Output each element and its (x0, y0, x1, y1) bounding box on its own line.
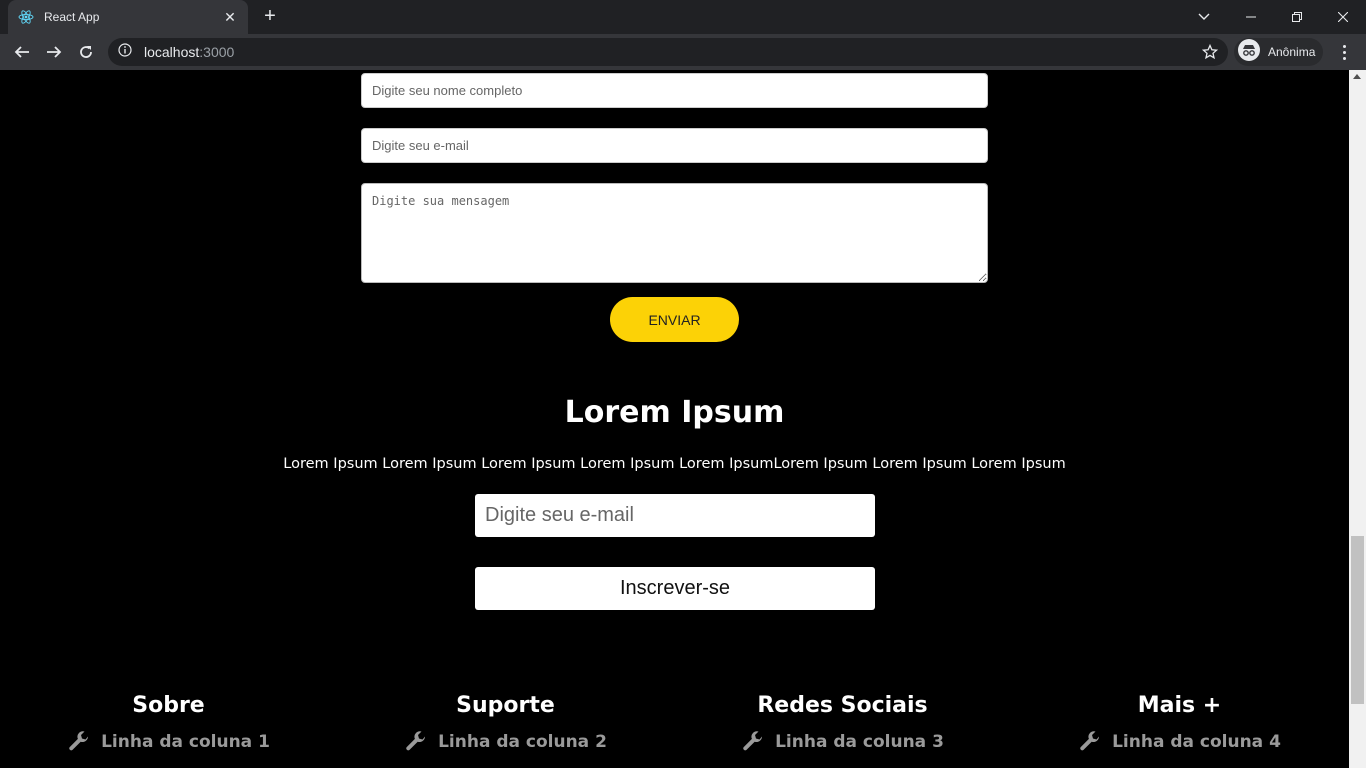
browser-toolbar: localhost:3000 Anônima (0, 34, 1366, 70)
tab-title: React App (44, 10, 100, 24)
footer-column-suporte: Suporte Linha da coluna 2 (337, 693, 674, 759)
reload-icon[interactable] (74, 40, 98, 64)
minimize-icon[interactable] (1228, 0, 1274, 34)
restore-icon[interactable] (1274, 0, 1320, 34)
wrench-icon (743, 731, 763, 751)
footer-column-redes-sociais: Redes Sociais Linha da coluna 3 (674, 693, 1011, 759)
footer-column-title: Sobre (132, 693, 205, 718)
message-field[interactable] (361, 183, 988, 283)
wrench-icon (406, 731, 426, 751)
close-icon[interactable]: ✕ (222, 9, 238, 26)
plus-icon[interactable]: + (258, 5, 282, 29)
footer-link[interactable]: Linha da coluna 1 (67, 730, 270, 754)
footer-column-title: Mais + (1137, 693, 1222, 718)
forward-icon[interactable] (42, 40, 66, 64)
footer-column-title: Suporte (456, 693, 555, 718)
footer-link[interactable]: Linha da coluna 3 (741, 730, 944, 754)
star-icon[interactable] (1201, 43, 1219, 65)
email-field[interactable] (361, 128, 988, 163)
footer-column-mais: Mais + Linha da coluna 4 (1011, 693, 1348, 759)
back-icon[interactable] (10, 40, 34, 64)
footer-link-label: Linha da coluna 4 (1112, 732, 1281, 752)
react-logo-icon (18, 9, 34, 25)
name-field[interactable] (361, 73, 988, 108)
send-button[interactable]: ENVIAR (610, 297, 739, 342)
newsletter-email-input[interactable] (475, 494, 875, 537)
info-icon[interactable] (118, 42, 132, 62)
address-bar[interactable]: localhost:3000 (108, 38, 1228, 66)
scroll-up-arrow-icon[interactable] (1353, 74, 1361, 79)
footer-link-label: Linha da coluna 2 (438, 732, 607, 752)
scrollbar[interactable] (1349, 70, 1366, 768)
wrench-icon (1080, 731, 1100, 751)
footer-link[interactable]: Linha da coluna 2 (404, 730, 607, 754)
footer-column-title: Redes Sociais (757, 693, 928, 718)
newsletter-title: Lorem Ipsum (564, 395, 785, 430)
menu-icon[interactable] (1334, 40, 1354, 64)
profile-button[interactable]: Anônima (1234, 38, 1324, 66)
footer-link-label: Linha da coluna 1 (101, 732, 270, 752)
browser-tab[interactable]: React App ✕ (8, 0, 248, 34)
profile-label: Anônima (1268, 45, 1316, 59)
window-close-icon[interactable] (1320, 0, 1366, 34)
wrench-icon (69, 731, 89, 751)
footer-link[interactable]: Linha da coluna 4 (1078, 730, 1281, 754)
scrollbar-thumb[interactable] (1351, 536, 1364, 704)
footer-link-label: Linha da coluna 3 (775, 732, 944, 752)
chevron-down-icon[interactable] (1192, 0, 1216, 34)
url-host: localhost (144, 44, 200, 60)
newsletter-text: Lorem Ipsum Lorem Ipsum Lorem Ipsum Lore… (283, 456, 1066, 472)
subscribe-button[interactable]: Inscrever-se (475, 567, 875, 610)
incognito-icon (1238, 38, 1260, 66)
page-viewport: ENVIAR Lorem Ipsum Lorem Ipsum Lorem Ips… (0, 70, 1349, 768)
footer-column-sobre: Sobre Linha da coluna 1 (0, 693, 337, 759)
tab-bar: React App ✕ + (0, 0, 1366, 34)
url-port: :3000 (199, 44, 235, 60)
